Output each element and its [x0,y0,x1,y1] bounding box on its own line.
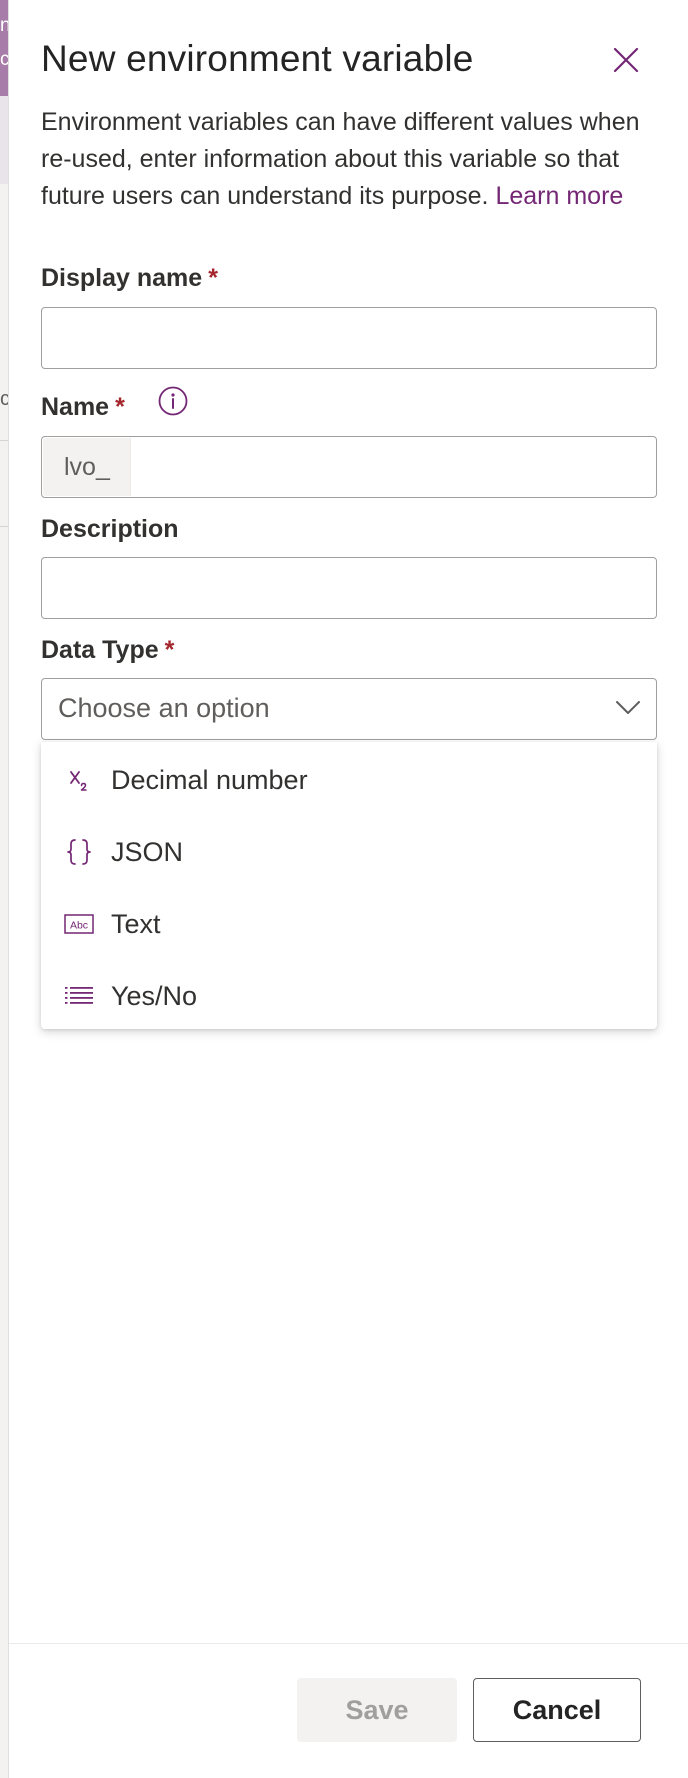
text-abc-icon: Abc [64,914,94,934]
data-type-listbox: Decimal number JSON Abc Text Yes/No [41,742,657,1029]
close-icon [613,47,639,73]
data-type-dropdown[interactable]: Choose an option [41,678,657,740]
name-prefix: lvo_ [43,438,131,496]
data-type-label-text: Data Type [41,636,159,664]
option-text[interactable]: Abc Text [41,888,657,960]
option-json[interactable]: JSON [41,816,657,888]
option-decimal-number[interactable]: Decimal number [41,744,657,816]
new-environment-variable-panel: New environment variable Environment var… [8,0,688,1778]
option-label: JSON [111,837,184,867]
list-icon [65,987,93,1004]
name-info-button[interactable] [157,385,189,417]
info-icon [158,386,188,416]
option-label: Yes/No [111,981,198,1011]
braces-icon [67,839,91,865]
description-label: Description [41,515,179,543]
name-label-text: Name [41,393,110,421]
chevron-down-icon [616,701,640,714]
footer-divider [9,1643,688,1644]
option-yes-no[interactable]: Yes/No [41,960,657,1032]
required-indicator: * [208,264,218,292]
cancel-button[interactable]: Cancel [473,1678,641,1742]
save-button[interactable]: Save [297,1678,457,1742]
learn-more-link[interactable]: Learn more [495,182,623,210]
panel-title: New environment variable [41,38,474,79]
data-type-label: Data Type * [41,636,174,665]
display-name-input[interactable] [41,307,657,369]
decimal-number-icon [70,771,87,791]
required-indicator: * [164,636,175,664]
display-name-label: Display name * [41,264,218,293]
required-indicator: * [115,393,125,421]
data-type-placeholder: Choose an option [58,693,270,723]
close-button[interactable] [610,44,642,76]
option-label: Text [111,909,161,939]
option-label: Decimal number [111,765,308,795]
display-name-label-text: Display name [41,264,203,292]
panel-description: Environment variables can have different… [41,104,641,215]
svg-text:Abc: Abc [70,920,88,932]
description-input[interactable] [41,557,657,619]
name-input[interactable]: lvo_ [41,436,657,498]
name-label: Name * [41,393,125,422]
